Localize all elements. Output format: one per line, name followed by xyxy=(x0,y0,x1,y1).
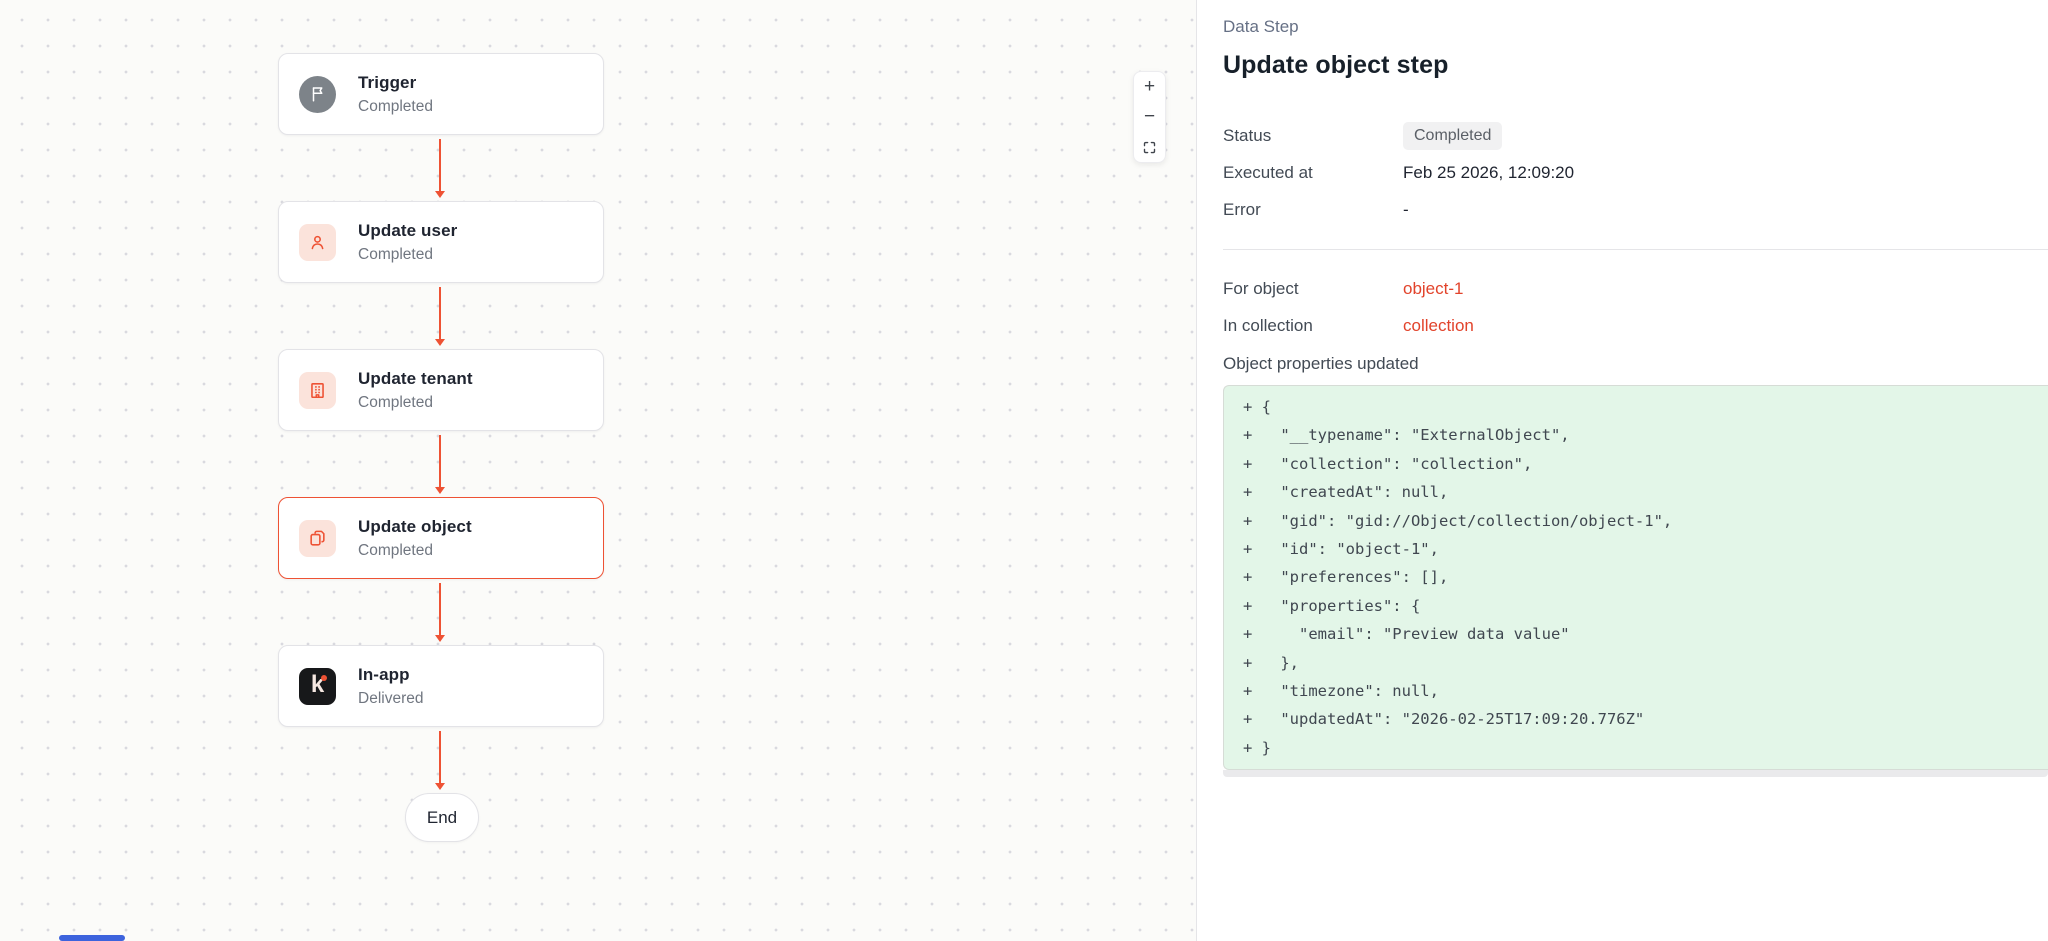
status-row: Status Completed xyxy=(1223,122,2048,150)
diff-horizontal-scrollbar[interactable] xyxy=(1223,770,2048,777)
object-info-rows: For object object-1 In collection collec… xyxy=(1223,275,2048,340)
edge-trigger-to-update-user xyxy=(439,139,441,191)
edge-in-app-to-end xyxy=(439,731,441,783)
page-title: Update object step xyxy=(1223,50,2048,80)
pages-icon xyxy=(299,520,336,557)
zoom-in-button[interactable]: + xyxy=(1134,72,1165,102)
edge-update-tenant-to-update-object xyxy=(439,435,441,487)
node-update-tenant[interactable]: Update tenant Completed xyxy=(278,349,604,431)
knock-logo-icon: k xyxy=(299,668,336,705)
diff-code: + { + "__typename": "ExternalObject", + … xyxy=(1243,393,2048,762)
node-status: Completed xyxy=(358,245,457,265)
user-icon xyxy=(299,224,336,261)
in-collection-label: In collection xyxy=(1223,316,1403,336)
executed-at-value: Feb 25 2026, 12:09:20 xyxy=(1403,163,2048,183)
step-detail-rows: Status Completed Executed at Feb 25 2026… xyxy=(1223,122,2048,224)
minus-icon: − xyxy=(1144,106,1155,128)
workflow-canvas[interactable]: Trigger Completed Update user Completed xyxy=(0,0,1196,941)
executed-at-label: Executed at xyxy=(1223,163,1403,183)
edge-update-object-to-in-app xyxy=(439,583,441,635)
zoom-out-button[interactable]: − xyxy=(1134,102,1165,132)
node-title: In-app xyxy=(358,664,423,686)
node-title: Update object xyxy=(358,516,472,538)
error-value: - xyxy=(1403,200,2048,220)
error-row: Error - xyxy=(1223,196,2048,224)
node-trigger[interactable]: Trigger Completed xyxy=(278,53,604,135)
object-properties-diff-block: + { + "__typename": "ExternalObject", + … xyxy=(1223,385,2048,770)
error-label: Error xyxy=(1223,200,1403,220)
node-title: Update user xyxy=(358,220,457,242)
for-object-label: For object xyxy=(1223,279,1403,299)
collection-link[interactable]: collection xyxy=(1403,316,1474,335)
building-icon xyxy=(299,372,336,409)
step-detail-panel: Data Step Update object step Status Comp… xyxy=(1196,0,2048,941)
executed-at-row: Executed at Feb 25 2026, 12:09:20 xyxy=(1223,159,2048,187)
canvas-horizontal-scrollbar-thumb[interactable] xyxy=(59,935,125,941)
object-link[interactable]: object-1 xyxy=(1403,279,1463,298)
fullscreen-icon xyxy=(1142,140,1157,155)
step-type-label: Data Step xyxy=(1223,16,2048,38)
node-status: Completed xyxy=(358,541,472,561)
object-properties-section-label: Object properties updated xyxy=(1223,354,2048,374)
node-title: Update tenant xyxy=(358,368,473,390)
node-status: Delivered xyxy=(358,689,423,709)
node-status: Completed xyxy=(358,393,473,413)
fit-view-button[interactable] xyxy=(1134,132,1165,162)
end-label: End xyxy=(427,808,457,828)
panel-divider xyxy=(1223,249,2048,250)
node-update-object[interactable]: Update object Completed xyxy=(278,497,604,579)
node-in-app[interactable]: k In-app Delivered xyxy=(278,645,604,727)
node-title: Trigger xyxy=(358,72,433,94)
node-status: Completed xyxy=(358,97,433,117)
node-end[interactable]: End xyxy=(405,793,479,842)
for-object-row: For object object-1 xyxy=(1223,275,2048,303)
status-label: Status xyxy=(1223,126,1403,146)
status-badge: Completed xyxy=(1403,122,1502,150)
edge-update-user-to-update-tenant xyxy=(439,287,441,339)
in-collection-row: In collection collection xyxy=(1223,312,2048,340)
node-update-user[interactable]: Update user Completed xyxy=(278,201,604,283)
canvas-zoom-controls: + − xyxy=(1133,71,1166,163)
flag-icon xyxy=(299,76,336,113)
plus-icon: + xyxy=(1144,76,1155,98)
